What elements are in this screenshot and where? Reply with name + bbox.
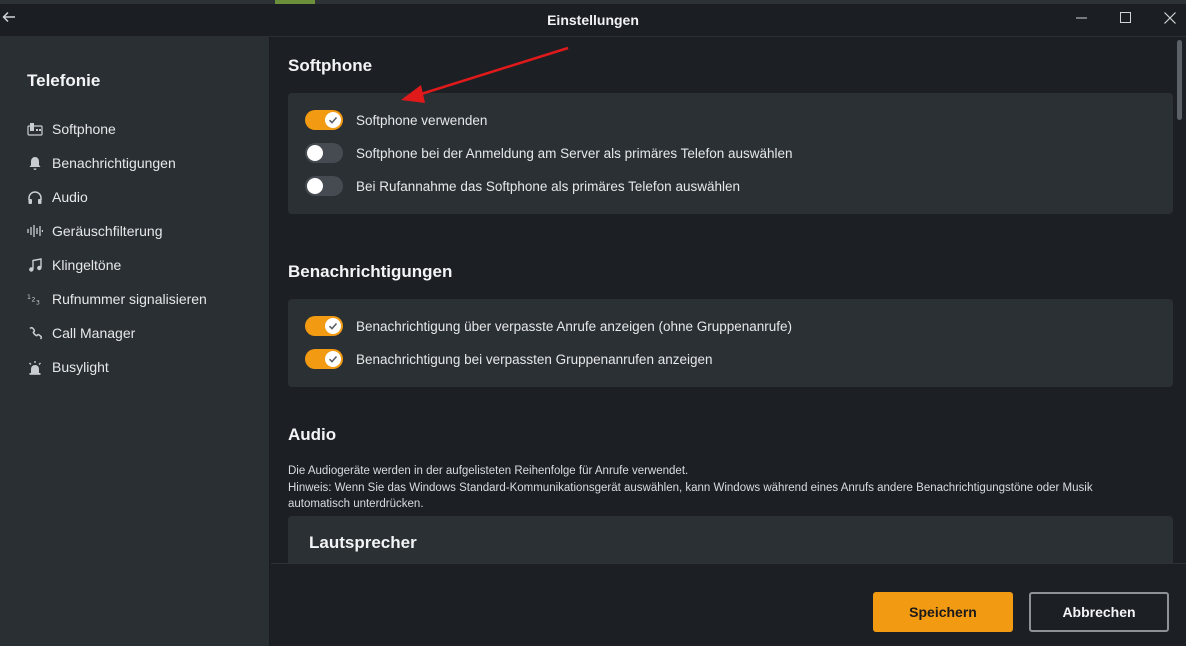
background-thumbnail (275, 0, 315, 4)
dialog-footer: Speichern Abbrechen (271, 563, 1186, 646)
sidebar-item-softphone[interactable]: Softphone (27, 118, 116, 140)
sidebar-item-busylight[interactable]: Busylight (27, 356, 109, 378)
checkmark-icon (328, 355, 338, 363)
background-window-strip (0, 0, 1186, 4)
content-scrollbar[interactable] (1177, 40, 1182, 120)
option-row: Softphone verwenden (305, 109, 487, 131)
save-button[interactable]: Speichern (873, 592, 1013, 632)
notifications-card: Benachrichtigung über verpasste Anrufe a… (288, 299, 1173, 387)
close-icon (1164, 12, 1176, 24)
softphone-use-toggle[interactable] (305, 110, 343, 130)
description-line: Hinweis: Wenn Sie das Windows Standard-K… (288, 481, 1093, 494)
sidebar-item-label: Softphone (52, 121, 116, 137)
option-label: Softphone bei der Anmeldung am Server al… (356, 145, 793, 161)
description-line: Die Audiogeräte werden in der aufgeliste… (288, 465, 689, 477)
section-title-audio: Audio (288, 425, 337, 444)
sidebar-title: Telefonie (27, 71, 101, 90)
window-title: Einstellungen (547, 12, 639, 28)
sidebar-item-geraeuschfilterung[interactable]: Geräuschfilterung (27, 220, 163, 242)
softphone-primary-on-login-toggle[interactable] (305, 143, 343, 163)
option-label: Benachrichtigung über verpasste Anrufe a… (356, 318, 793, 334)
minimize-icon (1075, 17, 1087, 19)
number-123-icon: 123 (27, 291, 43, 307)
option-row: Bei Rufannahme das Softphone als primäre… (305, 175, 740, 197)
sidebar-item-label: Rufnummer signalisieren (52, 291, 207, 307)
headphones-icon (27, 189, 43, 205)
sidebar-item-label: Audio (52, 189, 88, 205)
bell-icon (27, 155, 43, 171)
title-bar: Einstellungen (0, 0, 1186, 37)
checkmark-icon (328, 116, 338, 124)
sidebar-item-label: Busylight (52, 359, 109, 375)
sidebar-item-rufnummer[interactable]: 123 Rufnummer signalisieren (27, 288, 207, 310)
missed-calls-notification-toggle[interactable] (305, 316, 343, 336)
speaker-card: Lautsprecher (288, 516, 1173, 563)
softphone-card: Softphone verwenden Softphone bei der An… (288, 93, 1173, 214)
busylight-icon (27, 359, 43, 375)
maximize-button[interactable] (1110, 8, 1140, 30)
maximize-icon (1119, 12, 1131, 23)
description-line: automatisch unterdrücken. (288, 498, 424, 510)
settings-content: Softphone Softphone verwenden Softphone … (271, 37, 1186, 563)
section-title-softphone: Softphone (288, 56, 373, 75)
svg-text:3: 3 (36, 299, 40, 306)
sidebar-item-audio[interactable]: Audio (27, 186, 88, 208)
music-note-icon (27, 257, 43, 273)
option-label: Benachrichtigung bei verpassten Gruppena… (356, 351, 713, 367)
close-window-button[interactable] (1155, 8, 1185, 30)
option-row: Benachrichtigung bei verpassten Gruppena… (305, 348, 713, 370)
audio-description: Die Audiogeräte werden in der aufgeliste… (288, 463, 1168, 513)
sidebar-item-benachrichtigungen[interactable]: Benachrichtigungen (27, 152, 176, 174)
sidebar-item-label: Klingeltöne (52, 257, 122, 273)
settings-sidebar: Telefonie Softphone Benachrichtigungen A… (0, 37, 270, 646)
softphone-icon (27, 121, 43, 137)
option-row: Benachrichtigung über verpasste Anrufe a… (305, 315, 792, 337)
softphone-primary-on-answer-toggle[interactable] (305, 176, 343, 196)
svg-text:2: 2 (31, 297, 35, 304)
checkmark-icon (328, 322, 338, 330)
section-title-benachrichtigungen: Benachrichtigungen (288, 262, 453, 281)
sidebar-item-label: Benachrichtigungen (52, 155, 176, 171)
cancel-button[interactable]: Abbrechen (1029, 592, 1169, 632)
option-label: Softphone verwenden (356, 112, 488, 128)
speaker-title: Lautsprecher (309, 533, 417, 552)
sidebar-item-klingeltoene[interactable]: Klingeltöne (27, 254, 121, 276)
option-row: Softphone bei der Anmeldung am Server al… (305, 142, 793, 164)
sidebar-item-call-manager[interactable]: Call Manager (27, 322, 135, 344)
minimize-button[interactable] (1066, 8, 1096, 30)
waveform-icon (27, 223, 43, 239)
sidebar-item-label: Call Manager (52, 325, 136, 341)
option-label: Bei Rufannahme das Softphone als primäre… (356, 178, 740, 194)
sidebar-item-label: Geräuschfilterung (52, 223, 163, 239)
missed-group-calls-notification-toggle[interactable] (305, 349, 343, 369)
svg-text:1: 1 (27, 294, 31, 301)
phone-handset-icon (27, 325, 43, 341)
